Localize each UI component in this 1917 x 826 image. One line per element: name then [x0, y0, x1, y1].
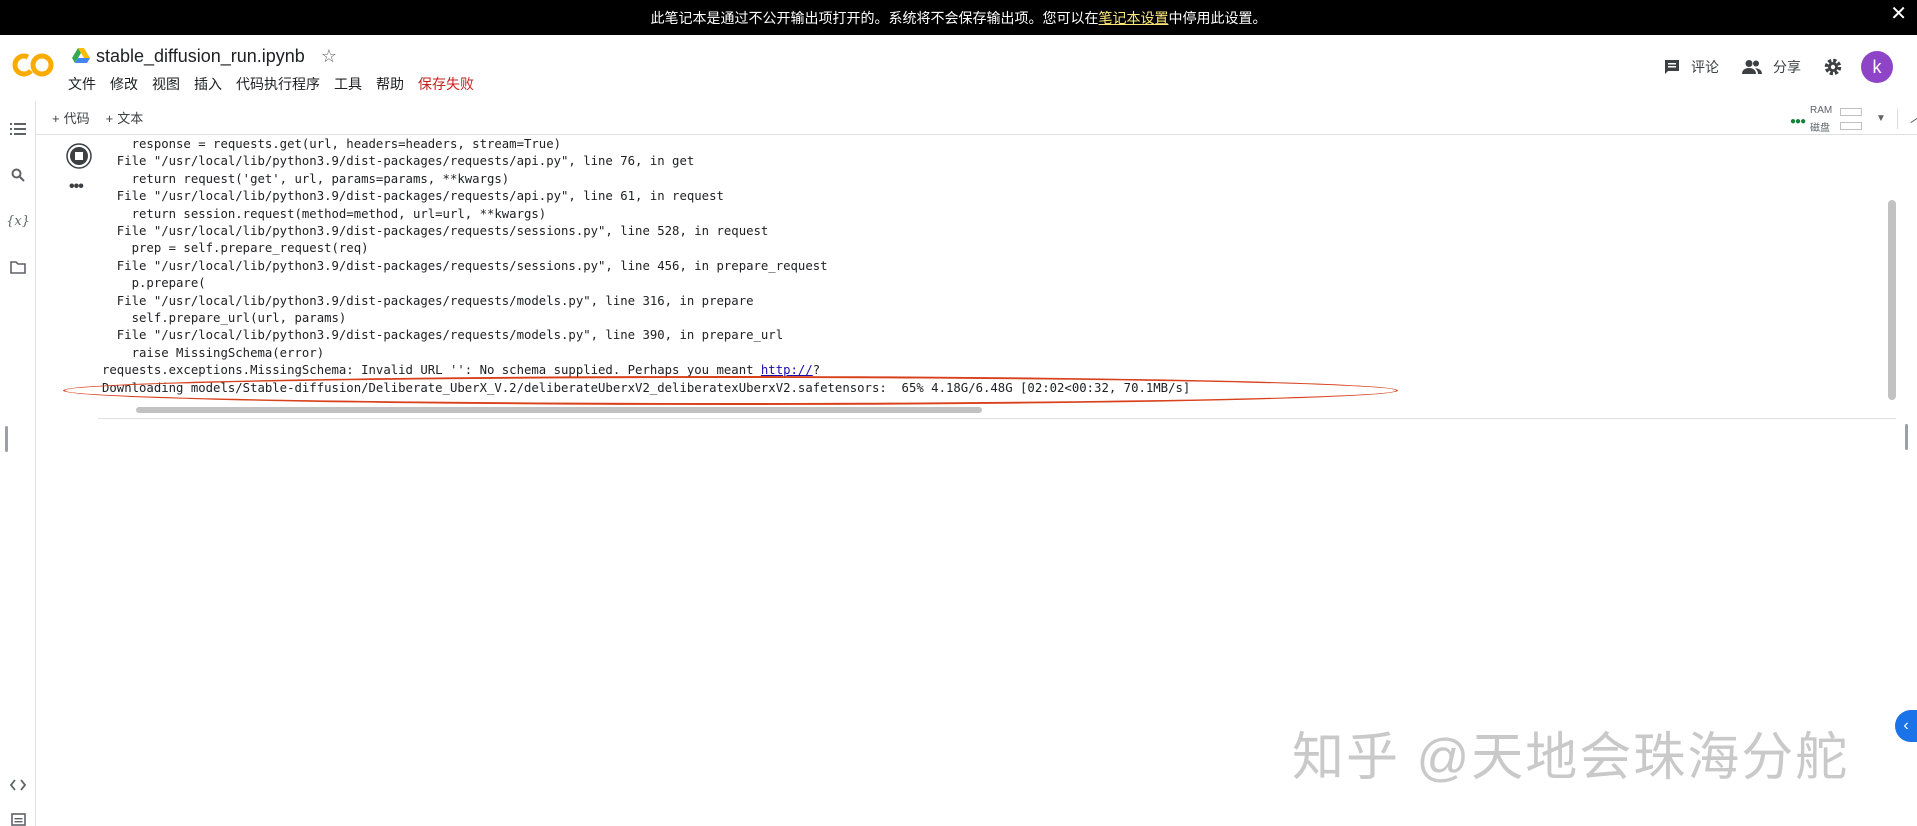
app-header: stable_diffusion_run.ipynb ☆ 文件 修改 视图 插入…	[0, 35, 1917, 99]
output-horizontal-scrollbar[interactable]	[100, 405, 1890, 413]
plus-icon: +	[105, 111, 114, 126]
plus-icon: +	[52, 111, 60, 126]
comment-button[interactable]: 评论	[1663, 57, 1719, 77]
toolbar-divider	[1897, 109, 1898, 129]
people-icon	[1742, 60, 1762, 74]
resource-monitor[interactable]: ●●● RAM 磁盘 ▼	[1790, 103, 1910, 134]
banner-text: 此笔记本是通过不公开输出项打开的。系统将不会保存输出项。您可以在	[650, 9, 1099, 26]
share-button[interactable]: 分享	[1741, 57, 1801, 77]
menu-insert[interactable]: 插入	[194, 74, 222, 94]
ram-label: RAM	[1810, 105, 1833, 116]
notebook-title[interactable]: stable_diffusion_run.ipynb	[96, 46, 305, 67]
output-vertical-scrollbar[interactable]	[1888, 200, 1896, 400]
search-icon[interactable]	[8, 165, 28, 185]
menu-view[interactable]: 视图	[152, 74, 180, 94]
traceback-line: return session.request(method=method, ur…	[102, 206, 547, 221]
comment-label: 评论	[1691, 59, 1719, 75]
disk-label: 磁盘	[1810, 123, 1830, 134]
exception-text: requests.exceptions.MissingSchema: Inval…	[102, 363, 761, 378]
cell-divider	[98, 418, 1896, 419]
traceback-line: prep = self.prepare_request(req)	[102, 241, 369, 256]
drive-icon[interactable]	[72, 48, 90, 64]
watermark: 知乎 @天地会珠海分舵	[1292, 729, 1850, 787]
exception-end: ?	[812, 363, 821, 378]
variables-icon[interactable]: {x}	[6, 211, 30, 231]
menu-help[interactable]: 帮助	[376, 74, 404, 94]
traceback-line: p.prepare(	[102, 276, 206, 291]
comment-icon	[1665, 60, 1679, 74]
table-of-contents-icon[interactable]	[8, 119, 28, 139]
add-text-label: 文本	[117, 111, 144, 126]
traceback-line: self.prepare_url(url, params)	[102, 311, 347, 326]
menu-edit[interactable]: 修改	[110, 74, 138, 94]
ram-bar	[1840, 108, 1862, 116]
more-options-icon[interactable]: •••	[69, 178, 84, 196]
exception-line: requests.exceptions.MissingSchema: Inval…	[102, 362, 1872, 379]
notebook-toolbar: +代码 +文本 ●●● RAM 磁盘 ▼ ︿	[36, 101, 1917, 135]
colab-logo-icon[interactable]	[12, 51, 54, 79]
cell-output: response = requests.get(url, headers=hea…	[102, 136, 1872, 401]
stop-icon[interactable]	[66, 143, 92, 169]
exception-link[interactable]: http://	[761, 363, 813, 377]
traceback-line: File "/usr/local/lib/python3.9/dist-pack…	[102, 258, 828, 273]
chevron-down-icon[interactable]: ▼	[1876, 113, 1886, 124]
traceback-line: File "/usr/local/lib/python3.9/dist-pack…	[102, 328, 784, 343]
folder-icon[interactable]	[8, 257, 28, 277]
menu-bar: 文件 修改 视图 插入 代码执行程序 工具 帮助 保存失败	[68, 74, 488, 94]
chevron-up-icon[interactable]: ︿	[1910, 107, 1917, 127]
menu-tools[interactable]: 工具	[334, 74, 362, 94]
download-progress-line: Downloading models/Stable-diffusion/Deli…	[102, 380, 1191, 395]
privacy-banner: 此笔记本是通过不公开输出项打开的。系统将不会保存输出项。您可以在 笔记本设置 中…	[0, 0, 1917, 35]
add-code-button[interactable]: + 代码	[52, 108, 90, 127]
gear-icon[interactable]	[1823, 57, 1843, 77]
traceback-line: File "/usr/local/lib/python3.9/dist-pack…	[102, 189, 724, 204]
traceback-line: File "/usr/local/lib/python3.9/dist-pack…	[102, 293, 754, 308]
notebook-settings-link[interactable]: 笔记本设置	[1099, 8, 1169, 28]
close-icon[interactable]: ✕	[1890, 4, 1907, 24]
command-palette-icon[interactable]	[8, 809, 28, 826]
add-code-label: 代码	[63, 111, 90, 126]
disk-bar	[1840, 122, 1862, 130]
banner-text-end: 中停用此设置。	[1168, 9, 1267, 26]
scrollbar-thumb[interactable]	[136, 407, 982, 413]
title-row: stable_diffusion_run.ipynb ☆	[72, 43, 337, 69]
traceback-line: response = requests.get(url, headers=hea…	[102, 137, 562, 151]
share-label: 分享	[1773, 59, 1801, 75]
header-actions: 评论 分享 k	[1663, 49, 1917, 85]
save-status[interactable]: 保存失败	[418, 74, 474, 94]
menu-runtime[interactable]: 代码执行程序	[236, 74, 320, 94]
code-snippets-icon[interactable]	[8, 775, 28, 795]
right-panel-resize-handle[interactable]	[1905, 424, 1908, 450]
traceback-line: File "/usr/local/lib/python3.9/dist-pack…	[102, 224, 769, 239]
menu-file[interactable]: 文件	[68, 74, 96, 94]
chevron-left-icon[interactable]: ‹	[1895, 710, 1917, 742]
code-cell: ••• response = requests.get(url, headers…	[36, 136, 1896, 419]
left-sidebar: {x}	[0, 101, 36, 826]
avatar[interactable]: k	[1861, 51, 1893, 83]
traceback-line: raise MissingSchema(error)	[102, 345, 325, 360]
sidebar-resize-handle[interactable]	[5, 426, 8, 452]
star-icon[interactable]: ☆	[321, 46, 337, 67]
traceback-line: return request('get', url, params=params…	[102, 171, 510, 186]
add-text-button[interactable]: + 文本	[106, 108, 144, 127]
traceback-line: File "/usr/local/lib/python3.9/dist-pack…	[102, 154, 695, 169]
connected-check-icon: ●●●	[1790, 116, 1806, 127]
